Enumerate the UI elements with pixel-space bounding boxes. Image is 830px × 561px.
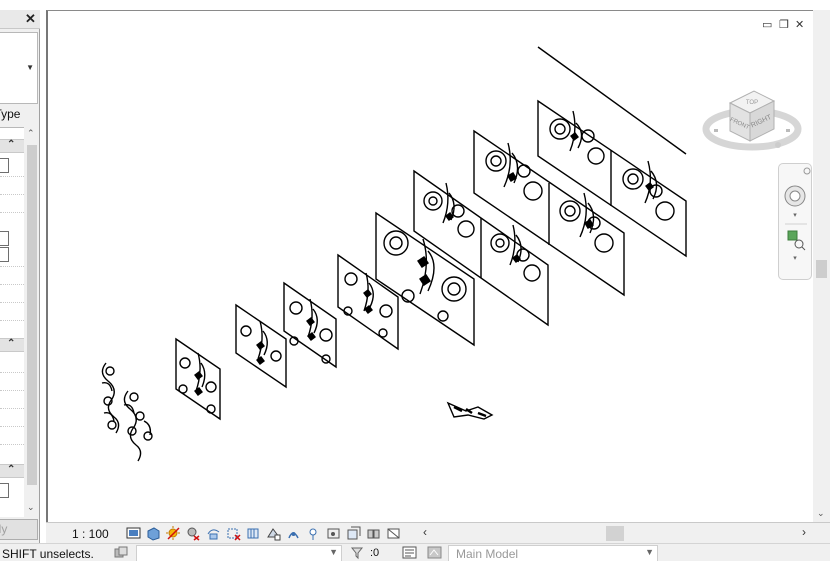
- section-header[interactable]: ⌃: [0, 464, 24, 478]
- scroll-down-icon[interactable]: ⌄: [27, 502, 35, 513]
- viewcube-home-icon[interactable]: [775, 142, 781, 148]
- detail-level-icon[interactable]: [126, 526, 141, 541]
- navigation-bar: ▾ ▾: [778, 163, 812, 280]
- workset-dropdown[interactable]: ▼: [136, 545, 342, 561]
- railing-panel-1[interactable]: [537, 99, 687, 258]
- ornament-cluster[interactable]: [446, 401, 494, 420]
- grid-row: [0, 266, 24, 267]
- horizontal-scroll-thumb[interactable]: [606, 526, 624, 541]
- status-bar: SHIFT unselects. ▼ :0 Main Model ▼: [0, 543, 830, 561]
- scroll-ornament-1[interactable]: [101, 362, 120, 434]
- selection-filter-icon[interactable]: [350, 546, 366, 560]
- close-icon[interactable]: ✕: [23, 11, 38, 26]
- constraints-icon[interactable]: [366, 526, 381, 541]
- railing-panel-7[interactable]: [235, 303, 287, 389]
- zoom-region-icon[interactable]: [787, 230, 806, 251]
- viewport-vertical-scrollbar[interactable]: ⌄: [813, 10, 830, 522]
- chevron-down-icon[interactable]: ▾: [793, 255, 797, 262]
- scroll-down-icon[interactable]: ⌄: [817, 508, 825, 519]
- close-navbar-icon[interactable]: [803, 167, 811, 175]
- view-scale[interactable]: 1 : 100: [72, 527, 109, 541]
- lock-view-icon[interactable]: [286, 526, 301, 541]
- visual-style-icon[interactable]: [146, 526, 161, 541]
- analytical-icon[interactable]: [326, 526, 341, 541]
- grid-row: [0, 194, 24, 195]
- view-control-bar: 1 : 100 ‹ ›: [46, 522, 830, 543]
- grid-row: [0, 212, 24, 213]
- scroll-up-icon[interactable]: ⌃: [27, 128, 35, 139]
- railing-panel-3[interactable]: [413, 169, 549, 327]
- property-value-cell[interactable]: [0, 483, 9, 498]
- active-model-dropdown[interactable]: Main Model ▼: [448, 545, 658, 561]
- railing-drawing[interactable]: [48, 11, 814, 522]
- railing-panel-2[interactable]: [473, 129, 625, 297]
- viewcube-top-label: TOP: [746, 100, 758, 106]
- grid-row: [0, 284, 24, 285]
- reveal-hidden-icon[interactable]: [266, 526, 281, 541]
- scroll-left-icon[interactable]: ‹: [423, 525, 427, 539]
- worksets-icon[interactable]: [113, 546, 129, 560]
- shadows-icon[interactable]: [186, 526, 201, 541]
- property-value-cell[interactable]: [0, 231, 9, 246]
- chevron-down-icon[interactable]: ▾: [793, 212, 797, 219]
- type-selector[interactable]: ▼: [0, 32, 38, 104]
- apply-button[interactable]: ply: [0, 519, 38, 540]
- property-value-cell[interactable]: [0, 247, 9, 262]
- chevron-down-icon: ▼: [329, 547, 338, 557]
- railing-panel-5[interactable]: [337, 253, 399, 351]
- grid-row: [0, 390, 24, 391]
- scroll-thumb[interactable]: [27, 145, 37, 485]
- collapse-icon: ⌃: [7, 139, 16, 150]
- viewcube[interactable]: TOP FRONT RIGHT: [702, 77, 802, 157]
- crop-view-icon[interactable]: [206, 526, 221, 541]
- properties-panel: ✕ ▼ t Type ⌃ ⌃ ⌃ ⌃: [0, 10, 40, 543]
- grid-row: [0, 302, 24, 303]
- scroll-thumb[interactable]: [816, 260, 827, 278]
- status-message: SHIFT unselects.: [2, 547, 94, 561]
- preview-icon[interactable]: [386, 526, 401, 541]
- section-header[interactable]: ⌃: [0, 338, 24, 352]
- grid-row: [0, 408, 24, 409]
- worksharing-icon[interactable]: [306, 526, 321, 541]
- grid-row: [0, 444, 24, 445]
- temporary-hide-icon[interactable]: [246, 526, 261, 541]
- properties-grid: ⌃ ⌃ ⌃: [0, 127, 24, 517]
- scroll-ornament-2[interactable]: [123, 390, 153, 462]
- grid-row: [0, 372, 24, 373]
- selection-count: :0: [370, 547, 380, 559]
- revit-window: ✕ ▼ t Type ⌃ ⌃ ⌃ ⌃: [0, 0, 830, 561]
- grid-row: [0, 426, 24, 427]
- chevron-down-icon: ▼: [26, 63, 34, 72]
- rail-line[interactable]: [537, 46, 687, 155]
- chevron-down-icon: ▼: [645, 547, 654, 557]
- show-crop-icon[interactable]: [226, 526, 241, 541]
- railing-panel-8[interactable]: [175, 337, 221, 421]
- highlight-displacement-icon[interactable]: [346, 526, 361, 541]
- design-options-icon[interactable]: [427, 546, 443, 560]
- section-header[interactable]: ⌃: [0, 139, 24, 153]
- editable-only-icon[interactable]: [402, 546, 418, 560]
- collapse-icon: ⌃: [7, 464, 16, 475]
- steering-wheel-icon[interactable]: [784, 185, 806, 207]
- 3d-viewport[interactable]: ▭ ❐ ✕ TOP FRONT RIGHT ▾ ▾: [46, 10, 830, 522]
- railing-panel-6[interactable]: [283, 281, 337, 369]
- property-value-cell[interactable]: [0, 158, 9, 173]
- grid-row: [0, 320, 24, 321]
- grid-row: [0, 176, 24, 177]
- sun-path-icon[interactable]: [166, 526, 181, 541]
- properties-scrollbar[interactable]: ⌃ ⌄: [25, 127, 39, 517]
- scroll-right-icon[interactable]: ›: [802, 525, 806, 539]
- active-model-label: Main Model: [456, 547, 519, 561]
- properties-titlebar: ✕: [0, 10, 40, 29]
- edit-type-label[interactable]: t Type: [0, 107, 40, 123]
- collapse-icon: ⌃: [7, 338, 16, 349]
